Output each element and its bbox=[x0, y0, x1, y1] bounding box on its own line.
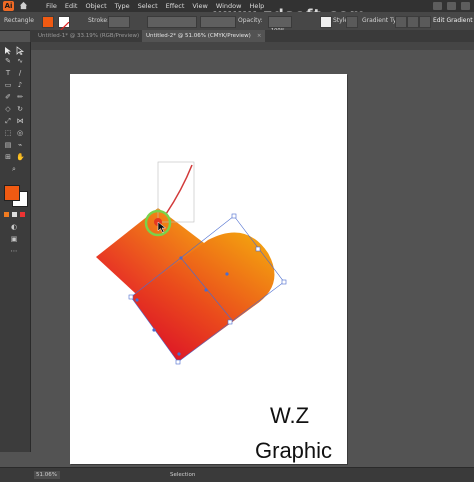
direct-selection-icon[interactable] bbox=[16, 46, 25, 55]
selection-icon[interactable] bbox=[4, 46, 13, 55]
tools-panel: ✎ ∿ T / ▭ ♪ ✐ ✏ ◇ ↻ ⤢ ⋈ ⬚ ◎ ▤ ⌁ ⊞ ✋ ⌕ ◐ … bbox=[0, 42, 31, 452]
rotate-icon[interactable]: ↻ bbox=[16, 106, 24, 113]
fill-swatch[interactable] bbox=[4, 185, 20, 201]
anchor-point[interactable] bbox=[152, 328, 156, 332]
transform-handle[interactable] bbox=[281, 279, 287, 285]
zoom-icon[interactable]: ⌕ bbox=[10, 166, 18, 173]
gradient-annotator-line[interactable] bbox=[165, 164, 193, 215]
pencil-icon[interactable]: ✏ bbox=[16, 94, 24, 101]
anchor-point[interactable] bbox=[179, 256, 183, 260]
draw-mode-icon[interactable]: ◐ bbox=[10, 224, 18, 231]
artboard-icon[interactable]: ⊞ bbox=[4, 154, 12, 161]
free-transform-icon[interactable]: ⬚ bbox=[4, 130, 12, 137]
eyedropper-icon[interactable]: ⌁ bbox=[16, 142, 24, 149]
line-icon[interactable]: / bbox=[16, 70, 24, 77]
type-icon[interactable]: T bbox=[4, 70, 12, 77]
width-icon[interactable]: ⋈ bbox=[16, 118, 24, 125]
gradient-mode-button[interactable] bbox=[12, 212, 17, 217]
watermark-text-line2: Graphic bbox=[255, 438, 333, 463]
anchor-point[interactable] bbox=[225, 272, 229, 276]
anchor-point[interactable] bbox=[177, 352, 181, 356]
rectangle-icon[interactable]: ▭ bbox=[4, 82, 12, 89]
eraser-icon[interactable]: ◇ bbox=[4, 106, 12, 113]
transform-handle[interactable] bbox=[255, 246, 261, 252]
artwork bbox=[96, 161, 287, 365]
transform-handle[interactable] bbox=[175, 359, 181, 365]
pen-icon[interactable]: ✎ bbox=[4, 58, 12, 65]
curvature-icon[interactable]: ∿ bbox=[16, 58, 24, 65]
scale-icon[interactable]: ⤢ bbox=[4, 118, 12, 125]
watermark-text-line1: W.Z bbox=[270, 403, 310, 428]
more-tools-icon[interactable]: ⋯ bbox=[10, 248, 18, 255]
current-tool-label: Selection bbox=[170, 472, 196, 478]
anchor-point[interactable] bbox=[204, 288, 208, 292]
color-mode-button[interactable] bbox=[4, 212, 9, 217]
zoom-field[interactable]: 51.06% bbox=[34, 471, 60, 479]
status-bar: 51.06% Selection bbox=[0, 467, 474, 482]
gradient-icon[interactable]: ▤ bbox=[4, 142, 12, 149]
screen-mode-icon[interactable]: ▣ bbox=[10, 236, 18, 243]
transform-handle[interactable] bbox=[231, 213, 237, 219]
transform-handle[interactable] bbox=[227, 319, 233, 325]
transform-handle[interactable] bbox=[128, 294, 134, 300]
hand-icon[interactable]: ✋ bbox=[16, 154, 25, 161]
anchor-point[interactable] bbox=[135, 298, 139, 302]
shape-builder-icon[interactable]: ◎ bbox=[16, 130, 24, 137]
paintbrush-icon[interactable]: ♪ bbox=[16, 82, 24, 89]
shaper-icon[interactable]: ✐ bbox=[4, 94, 12, 101]
none-mode-button[interactable] bbox=[20, 212, 25, 217]
